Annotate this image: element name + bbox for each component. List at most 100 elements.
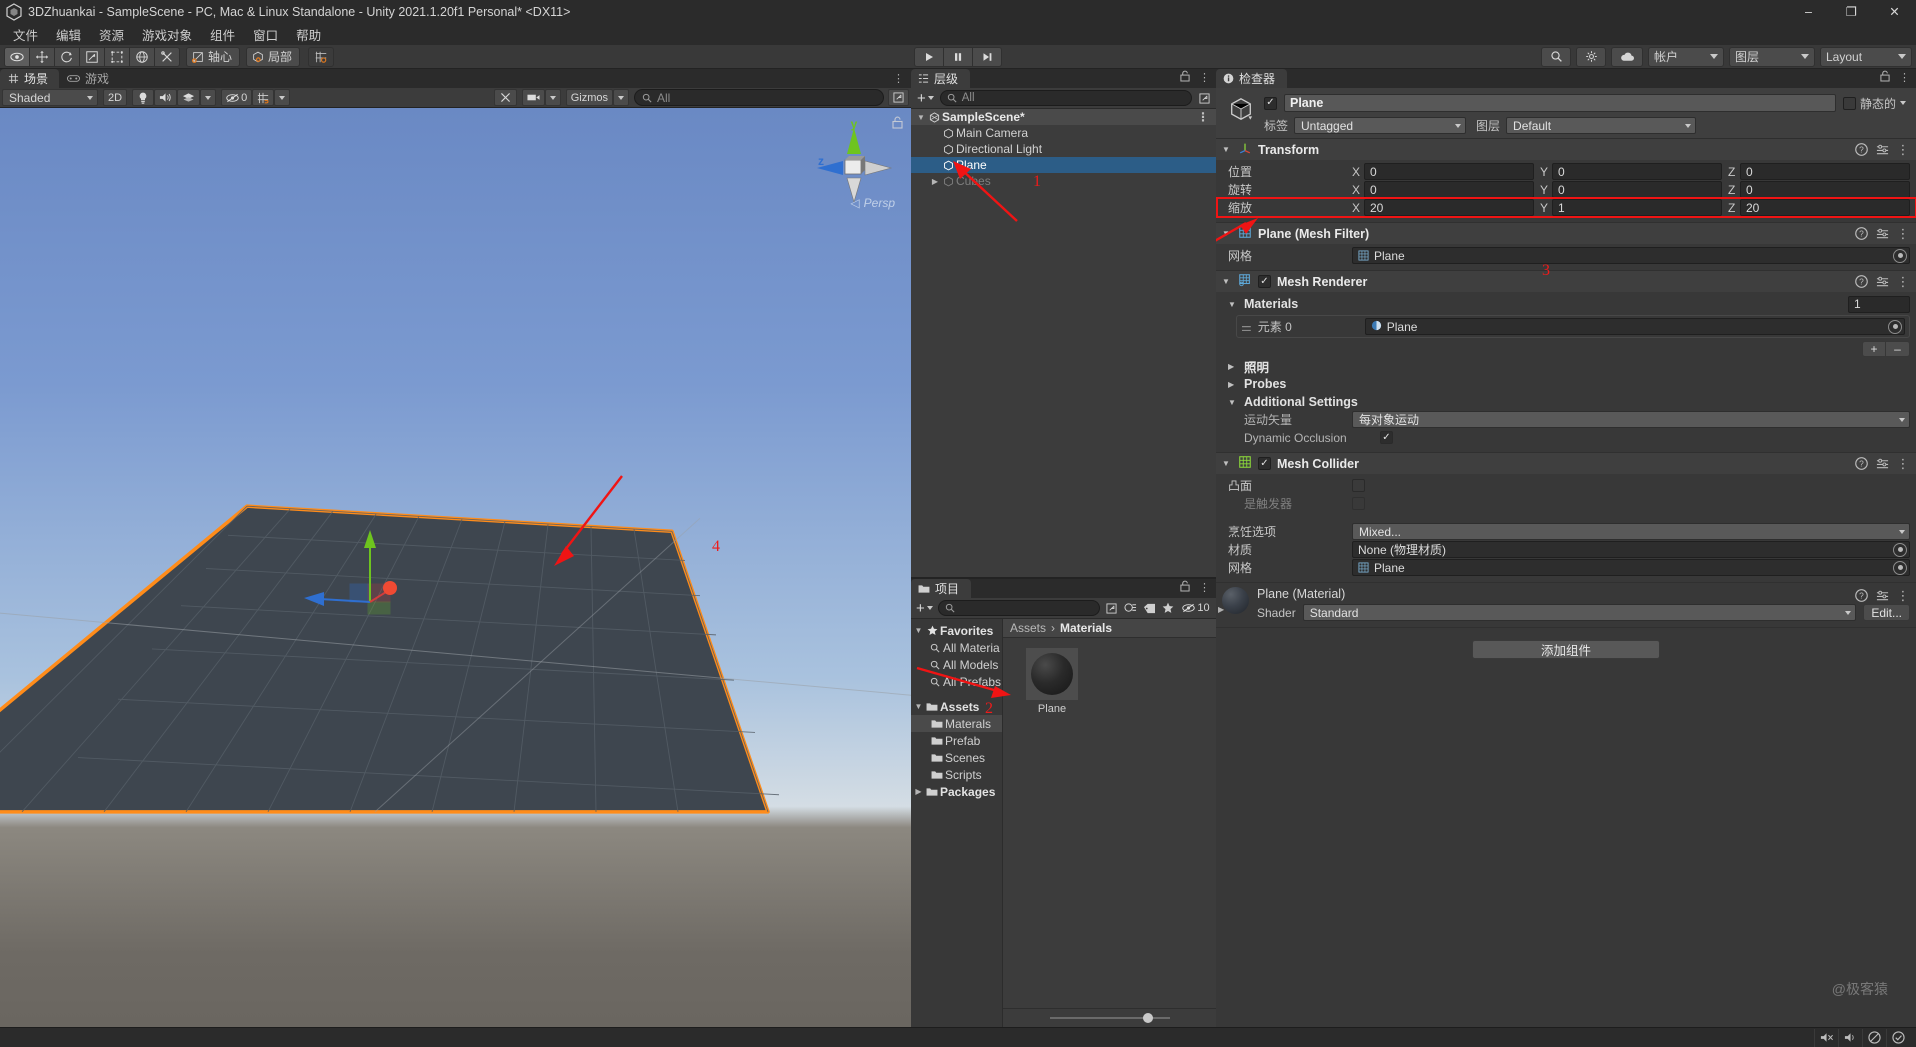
physic-material-field[interactable]: None (物理材质) [1352,541,1910,558]
gizmos-button[interactable]: Gizmos [565,89,613,106]
asset-item-plane-material[interactable]: Plane [1019,648,1085,715]
rotation-y-field[interactable]: 0 [1552,181,1722,198]
play-button[interactable] [914,46,944,67]
chevron-down-icon[interactable]: ▼ [913,702,924,711]
toggle-2d-button[interactable]: 2D [103,89,128,106]
pause-button[interactable] [943,46,973,67]
breadcrumb-assets[interactable]: Assets [1010,621,1046,635]
asset-grid[interactable]: Plane 2 [916,638,1216,1008]
filter-by-type-icon[interactable] [1122,600,1138,616]
projection-mode-label[interactable]: ◁ Persp [850,196,895,210]
preferences-gear-icon[interactable] [1576,46,1606,67]
rotation-x-field[interactable]: 0 [1364,181,1534,198]
tab-hierarchy[interactable]: 层级 [911,69,971,88]
tab-scene[interactable]: 场景 [0,69,60,88]
maximize-button[interactable]: ❐ [1830,0,1873,23]
scene-search-expand-icon[interactable] [888,89,909,106]
chevron-right-icon[interactable]: ▶ [1228,362,1238,371]
project-row-all-materials[interactable]: All Materia [911,639,1002,656]
hierarchy-scene-row[interactable]: ▼ SampleScene* ⋮ [911,109,1216,125]
account-dropdown[interactable]: 帐户 [1648,46,1724,67]
lock-icon[interactable] [1180,70,1190,85]
help-icon[interactable]: ? [1855,227,1868,240]
project-row-scripts[interactable]: Scripts [911,766,1002,783]
preset-icon[interactable] [1876,227,1889,240]
chevron-down-icon[interactable]: ▼ [1228,398,1238,407]
chevron-right-icon[interactable]: ▶ [1218,605,1224,614]
grid-snapping-button[interactable] [308,46,335,67]
help-icon[interactable]: ? [1855,143,1868,156]
scene-audio-icon[interactable] [154,89,178,106]
mute-audio-button[interactable] [1814,1028,1838,1047]
move-gizmo[interactable] [298,526,418,656]
chevron-right-icon[interactable]: ▶ [929,177,941,186]
tab-inspector[interactable]: 检查器 [1216,69,1288,88]
component-kebab-icon[interactable]: ⋮ [1897,274,1910,289]
object-enabled-checkbox[interactable]: ✓ [1264,96,1277,110]
chevron-down-icon[interactable]: ▼ [1228,300,1238,309]
scene-camera-icon[interactable] [521,89,545,106]
scene-grid-dropdown[interactable] [274,89,291,106]
scene-kebab-icon[interactable]: ⋮ [893,72,905,85]
tab-game[interactable]: 游戏 [59,69,121,88]
mesh-renderer-header[interactable]: ▼ ✓ Mesh Renderer ? ⋮ [1216,271,1916,292]
component-kebab-icon[interactable]: ⋮ [1897,142,1910,157]
menu-window[interactable]: 窗口 [244,23,287,46]
project-row-favorites[interactable]: ▼ Favorites [911,622,1002,639]
component-kebab-icon[interactable]: ⋮ [1897,456,1910,471]
audio-button[interactable] [1838,1028,1862,1047]
cloud-icon[interactable] [1611,46,1643,67]
chevron-down-icon[interactable]: ▼ [915,113,927,122]
hierarchy-search-expand-icon[interactable] [1196,90,1212,106]
layers-dropdown[interactable]: 图层 [1729,46,1815,67]
remove-material-button[interactable]: – [1886,341,1910,357]
static-checkbox[interactable] [1842,96,1856,110]
tag-dropdown[interactable]: Untagged [1294,117,1467,134]
menu-file[interactable]: 文件 [4,23,47,46]
position-x-field[interactable]: 0 [1364,163,1534,180]
lighting-foldout[interactable]: ▶ 照明 [1222,357,1910,375]
convex-checkbox[interactable] [1352,479,1365,492]
move-tool-button[interactable] [29,46,55,67]
menu-assets[interactable]: 资源 [90,23,133,46]
preset-icon[interactable] [1876,275,1889,288]
project-search-input[interactable] [937,600,1100,616]
scene-camera-dropdown[interactable] [544,89,561,106]
drag-handle-icon[interactable]: ⚌ [1241,320,1252,334]
chevron-right-icon[interactable]: ▶ [913,787,924,796]
add-component-button[interactable]: 添加组件 [1472,640,1660,659]
position-z-field[interactable]: 0 [1740,163,1910,180]
tab-project[interactable]: 项目 [911,579,972,598]
minimize-button[interactable]: – [1787,0,1830,23]
gizmos-dropdown[interactable] [613,89,629,106]
project-zoom-slider[interactable] [1003,1008,1216,1027]
scale-z-field[interactable]: 20 [1740,199,1910,216]
project-add-button[interactable]: + [914,600,935,617]
inspector-kebab-icon[interactable]: ⋮ [1899,71,1911,84]
object-picker-icon[interactable] [1893,560,1907,575]
materials-size-field[interactable]: 1 [1848,295,1910,313]
probes-foldout[interactable]: ▶ Probes [1222,375,1910,393]
check-button[interactable] [1886,1028,1910,1047]
slider-knob[interactable] [1143,1013,1154,1023]
chevron-down-icon[interactable]: ▼ [1222,459,1232,468]
preset-icon[interactable] [1876,143,1889,156]
scale-x-field[interactable]: 20 [1364,199,1534,216]
chevron-down-icon[interactable]: ▼ [1222,277,1232,286]
shading-mode-dropdown[interactable]: Shaded [2,89,98,106]
project-visibility-toggle[interactable]: 10 [1179,600,1213,616]
mesh-object-field[interactable]: Plane [1352,247,1910,264]
scale-y-field[interactable]: 1 [1552,199,1722,216]
scene-viewport[interactable]: y z ◁ Persp [0,108,911,1027]
mesh-filter-header[interactable]: ▼ Plane (Mesh Filter) ? ⋮ [1216,223,1916,244]
dynamic-occlusion-checkbox[interactable]: ✓ [1380,431,1393,444]
close-button[interactable]: ✕ [1873,0,1916,23]
chevron-down-icon[interactable]: ▼ [1222,145,1232,154]
step-button[interactable] [972,46,1002,67]
transform-header[interactable]: ▼ Transform ? ⋮ [1216,139,1916,160]
scene-fx-icon[interactable] [177,89,201,106]
project-row-prefab[interactable]: Prefab [911,732,1002,749]
component-kebab-icon[interactable]: ⋮ [1897,588,1910,603]
materials-foldout[interactable]: ▼ Materials 1 [1222,295,1910,313]
add-material-button[interactable]: + [1862,341,1886,357]
